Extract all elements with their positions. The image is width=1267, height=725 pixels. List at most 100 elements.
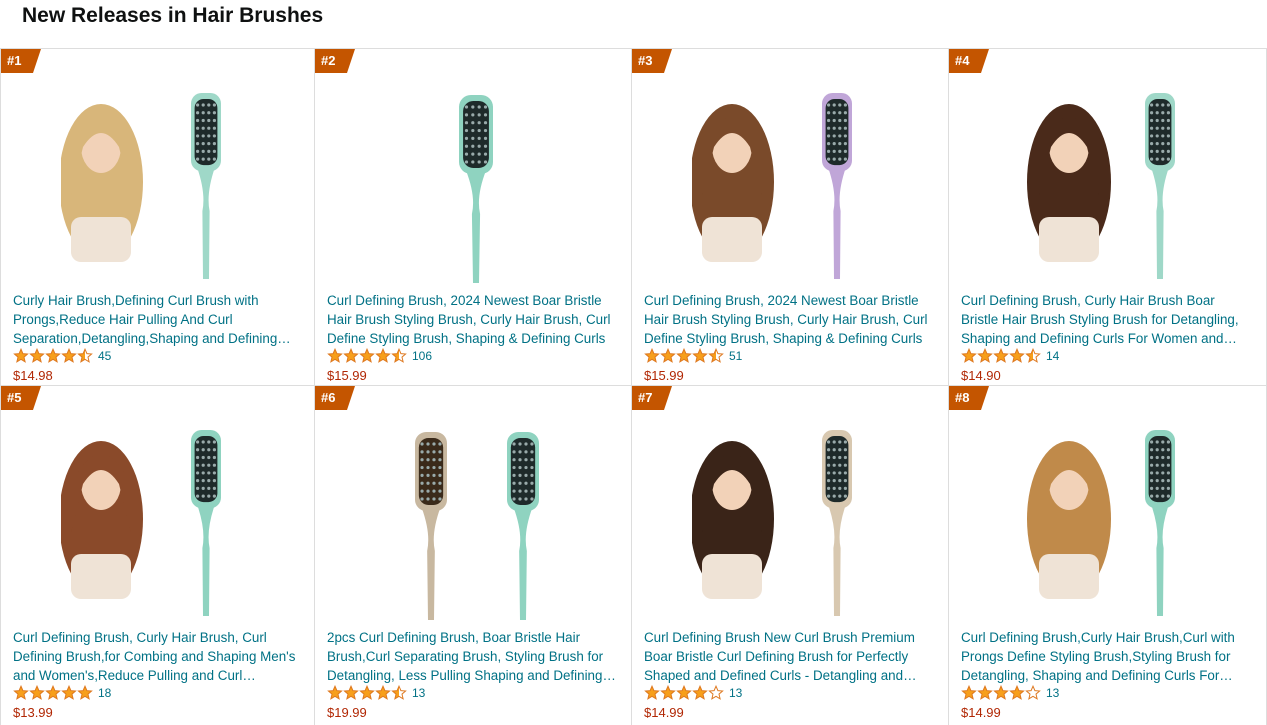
star-icon [375,685,391,700]
review-count-link[interactable]: 13 [729,685,742,701]
product-image[interactable] [692,424,892,624]
rank-badge: #6 [315,386,355,410]
product-image[interactable] [692,87,892,287]
product-card[interactable]: #4 Curl Defining Brush, Curly Hair Brush … [949,49,1267,386]
star-rating[interactable] [13,685,93,701]
product-title-link[interactable]: Curl Defining Brush, Curly Hair Brush Bo… [961,291,1253,348]
product-price: $14.98 [13,368,53,383]
star-rating[interactable] [327,348,407,364]
review-count-link[interactable]: 106 [412,348,432,364]
star-icon [61,348,77,363]
product-title-link[interactable]: Curly Hair Brush,Defining Curl Brush wit… [13,291,305,348]
star-icon [327,685,343,700]
star-icon [692,685,708,700]
product-card[interactable]: #5 Curl Defining Brush, Curly Hair Brush,… [0,386,315,725]
hair-brush-illustration [822,430,852,616]
star-icon [327,348,343,363]
star-icon [1025,348,1041,363]
star-icon [961,348,977,363]
product-title-link[interactable]: Curl Defining Brush, Curly Hair Brush, C… [13,628,305,685]
star-icon [375,348,391,363]
rank-badge: #4 [949,49,989,73]
rating-row[interactable]: 51 [644,348,742,364]
star-icon [13,685,29,700]
product-title-link[interactable]: Curl Defining Brush, 2024 Newest Boar Br… [644,291,936,348]
product-title-link[interactable]: Curl Defining Brush,Curly Hair Brush,Cur… [961,628,1253,685]
star-icon [660,685,676,700]
rating-row[interactable]: 14 [961,348,1059,364]
product-image[interactable] [1009,424,1209,624]
product-card[interactable]: #1 Curly Hair Brush,Defining Curl Brush w… [0,49,315,386]
star-rating[interactable] [644,685,724,701]
rating-row[interactable]: 45 [13,348,111,364]
product-title-link[interactable]: 2pcs Curl Defining Brush, Boar Bristle H… [327,628,619,685]
rank-badge: #5 [1,386,41,410]
star-icon [13,348,29,363]
product-card[interactable]: #8 Curl Defining Brush,Curly Hair Brush,C… [949,386,1267,725]
product-title-link[interactable]: Curl Defining Brush, 2024 Newest Boar Br… [327,291,619,348]
model-photo [61,104,143,262]
product-price: $15.99 [327,368,367,383]
product-card[interactable]: #7 Curl Defining Brush New Curl Brush Pre… [632,386,949,725]
review-count-link[interactable]: 13 [1046,685,1059,701]
product-title-link[interactable]: Curl Defining Brush New Curl Brush Premi… [644,628,936,685]
star-rating[interactable] [13,348,93,364]
star-icon [993,348,1009,363]
product-card[interactable]: #3 Curl Defining Brush, 2024 Newest Boar … [632,49,949,386]
star-icon [676,685,692,700]
review-count-link[interactable]: 14 [1046,348,1059,364]
product-price: $19.99 [327,705,367,720]
star-rating[interactable] [644,348,724,364]
rating-row[interactable]: 106 [327,348,432,364]
hair-brush-illustration [507,432,539,620]
product-price: $13.99 [13,705,53,720]
star-icon [644,685,660,700]
star-icon [977,348,993,363]
page-title: New Releases in Hair Brushes [22,4,324,27]
review-count-link[interactable]: 18 [98,685,111,701]
star-rating[interactable] [961,348,1041,364]
product-image[interactable] [375,424,575,624]
star-icon [77,348,93,363]
model-photo [692,441,774,599]
review-count-link[interactable]: 13 [412,685,425,701]
star-icon [45,685,61,700]
model-photo [692,104,774,262]
rank-badge: #1 [1,49,41,73]
review-count-link[interactable]: 51 [729,348,742,364]
star-icon [61,685,77,700]
star-icon [77,685,93,700]
product-grid: #1 Curly Hair Brush,Defining Curl Brush w… [0,48,1267,725]
product-card[interactable]: #2 Curl Defining Brush, 2024 Newest Boar … [315,49,632,386]
rating-row[interactable]: 13 [327,685,425,701]
product-image[interactable] [375,87,575,287]
product-image[interactable] [1009,87,1209,287]
hair-brush-illustration [822,93,852,279]
star-icon [961,685,977,700]
star-icon [29,348,45,363]
rating-row[interactable]: 13 [644,685,742,701]
hair-brush-illustration [415,432,447,620]
star-icon [343,685,359,700]
review-count-link[interactable]: 45 [98,348,111,364]
rank-badge: #2 [315,49,355,73]
rank-badge: #8 [949,386,989,410]
star-icon [644,348,660,363]
product-card[interactable]: #6 2pcs Curl Defining Brush, Boar Bristle… [315,386,632,725]
star-rating[interactable] [327,685,407,701]
product-image[interactable] [61,424,261,624]
star-icon [343,348,359,363]
product-image[interactable] [61,87,261,287]
rating-row[interactable]: 13 [961,685,1059,701]
star-icon [692,348,708,363]
rank-badge: #3 [632,49,672,73]
model-photo [1027,104,1111,262]
hair-brush-illustration [1145,93,1175,279]
star-icon [660,348,676,363]
hair-brush-illustration [1145,430,1175,616]
star-rating[interactable] [961,685,1041,701]
star-icon [391,685,407,700]
hair-brush-illustration [459,95,493,283]
star-icon [391,348,407,363]
rating-row[interactable]: 18 [13,685,111,701]
